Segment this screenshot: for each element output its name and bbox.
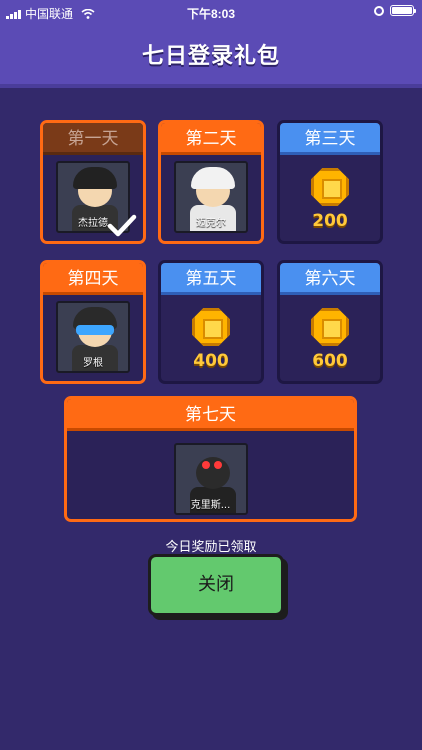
day-card-3[interactable]: 第三天 200	[277, 120, 383, 244]
status-right	[374, 5, 416, 16]
day-title: 第七天	[67, 399, 354, 431]
hero-name: 克里斯...	[190, 500, 231, 511]
day-card-5[interactable]: 第五天 400	[158, 260, 264, 384]
reward-status-text: 今日奖励已领取	[165, 540, 257, 555]
day-card-6[interactable]: 第六天 600	[277, 260, 383, 384]
day-title: 第六天	[280, 263, 380, 295]
day-title: 第三天	[280, 123, 380, 155]
coin-amount: 200	[312, 211, 348, 231]
hero-portrait: 迈克尔	[174, 161, 248, 233]
day-title: 第四天	[43, 263, 143, 295]
day-title: 第五天	[161, 263, 261, 295]
coin-amount: 600	[312, 351, 348, 371]
rotation-lock-icon	[374, 5, 384, 16]
coin-icon	[192, 308, 230, 346]
status-time: 下午8:03	[186, 7, 236, 21]
battery-icon	[390, 5, 416, 16]
coin-icon	[311, 168, 349, 206]
day-card-2[interactable]: 第二天 迈克尔	[158, 120, 264, 244]
status-bar: 中国联通 下午8:03	[0, 0, 422, 24]
close-button[interactable]: 关闭	[148, 554, 284, 616]
hero-portrait: 罗根	[56, 301, 130, 373]
hero-portrait: 克里斯...	[173, 443, 248, 515]
hero-name: 迈克尔	[196, 218, 226, 229]
coin-amount: 400	[193, 351, 229, 371]
coin-icon	[311, 308, 349, 346]
day-title: 第二天	[161, 123, 261, 155]
page-title: 七日登录礼包	[141, 44, 280, 69]
hero-name: 罗根	[83, 358, 103, 369]
day-card-7[interactable]: 第七天 克里斯...	[64, 396, 357, 522]
header: 七日登录礼包	[0, 24, 422, 88]
day-title: 第一天	[43, 123, 143, 155]
day-card-1[interactable]: 第一天 杰拉德	[40, 120, 146, 244]
day-card-4[interactable]: 第四天 罗根	[40, 260, 146, 384]
check-icon	[107, 214, 137, 237]
